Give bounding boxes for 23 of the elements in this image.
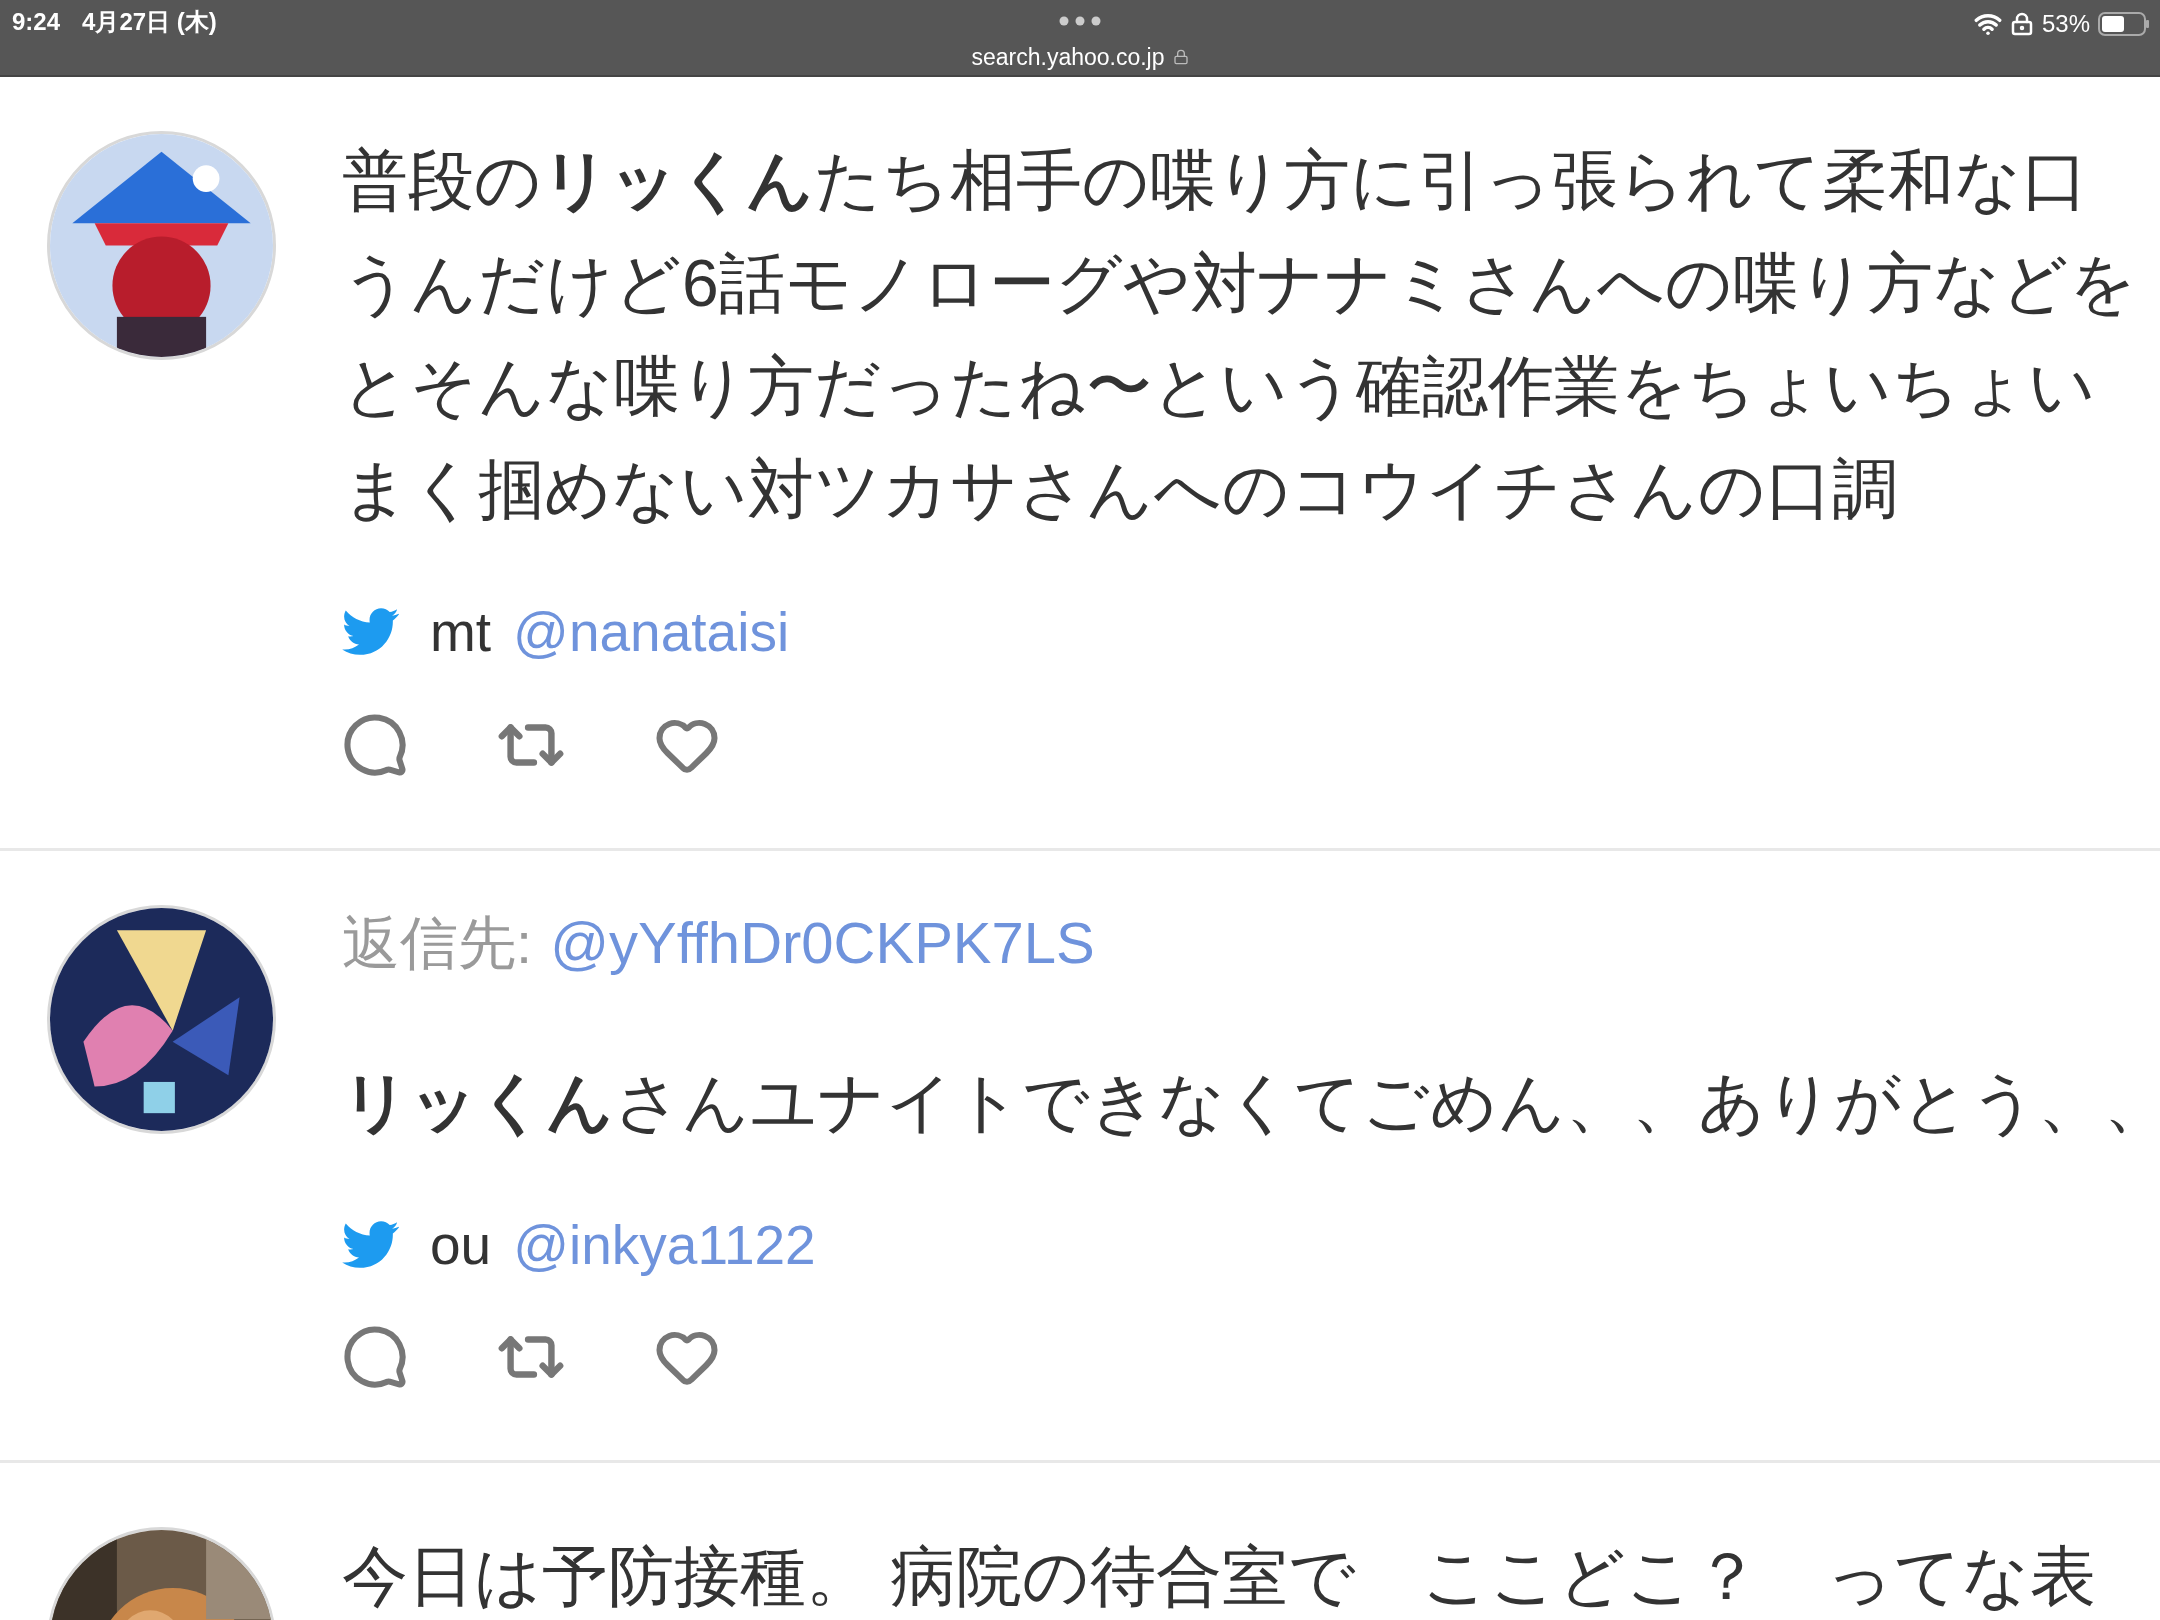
- status-date: 4月27日 (木): [82, 7, 217, 37]
- tweet-text-line: まく掴めない対ツカサさんへのコウイチさんの口調: [342, 451, 1899, 528]
- tweet-text-line: うんだけど6話モノローグや対ナナミさんへの喋り方などを: [342, 245, 2137, 322]
- tweet-text-line: とそんな喋り方だったね〜という確認作業をちょいちょい: [342, 348, 2097, 425]
- reply-handle-link[interactable]: @yYffhDr0CKPK7LS: [550, 902, 1095, 983]
- author-name: mt: [430, 600, 492, 665]
- reply-icon[interactable]: [342, 1324, 408, 1390]
- battery-percent: 53%: [2041, 9, 2090, 39]
- lock-icon: [1172, 49, 1189, 66]
- status-time: 9:24: [12, 7, 61, 37]
- more-icon[interactable]: [1059, 16, 1101, 26]
- author-name: ou: [430, 1212, 492, 1278]
- author-handle-link[interactable]: @nanataisi: [513, 591, 790, 674]
- reply-label: 返信先:: [342, 908, 533, 977]
- bird-icon: [342, 1220, 400, 1269]
- tweet-text-line: 普段のリッくんたち相手の喋り方に引っ張られて柔和な口: [342, 142, 2089, 219]
- tweet-text-line: リッくんさんユナイトできなくてごめん、、ありがとう、、: [342, 1063, 2160, 1141]
- tweet-text-line: 今日は予防接種。 病院の待合室で ここどこ？ ってな表: [342, 1538, 2097, 1615]
- author-handle-link[interactable]: @inkya1122: [513, 1203, 816, 1286]
- reply-icon[interactable]: [342, 711, 408, 778]
- bird-icon: [342, 608, 400, 657]
- battery-icon: [2098, 12, 2150, 36]
- address-url[interactable]: search.yahoo.co.jp: [971, 40, 1165, 75]
